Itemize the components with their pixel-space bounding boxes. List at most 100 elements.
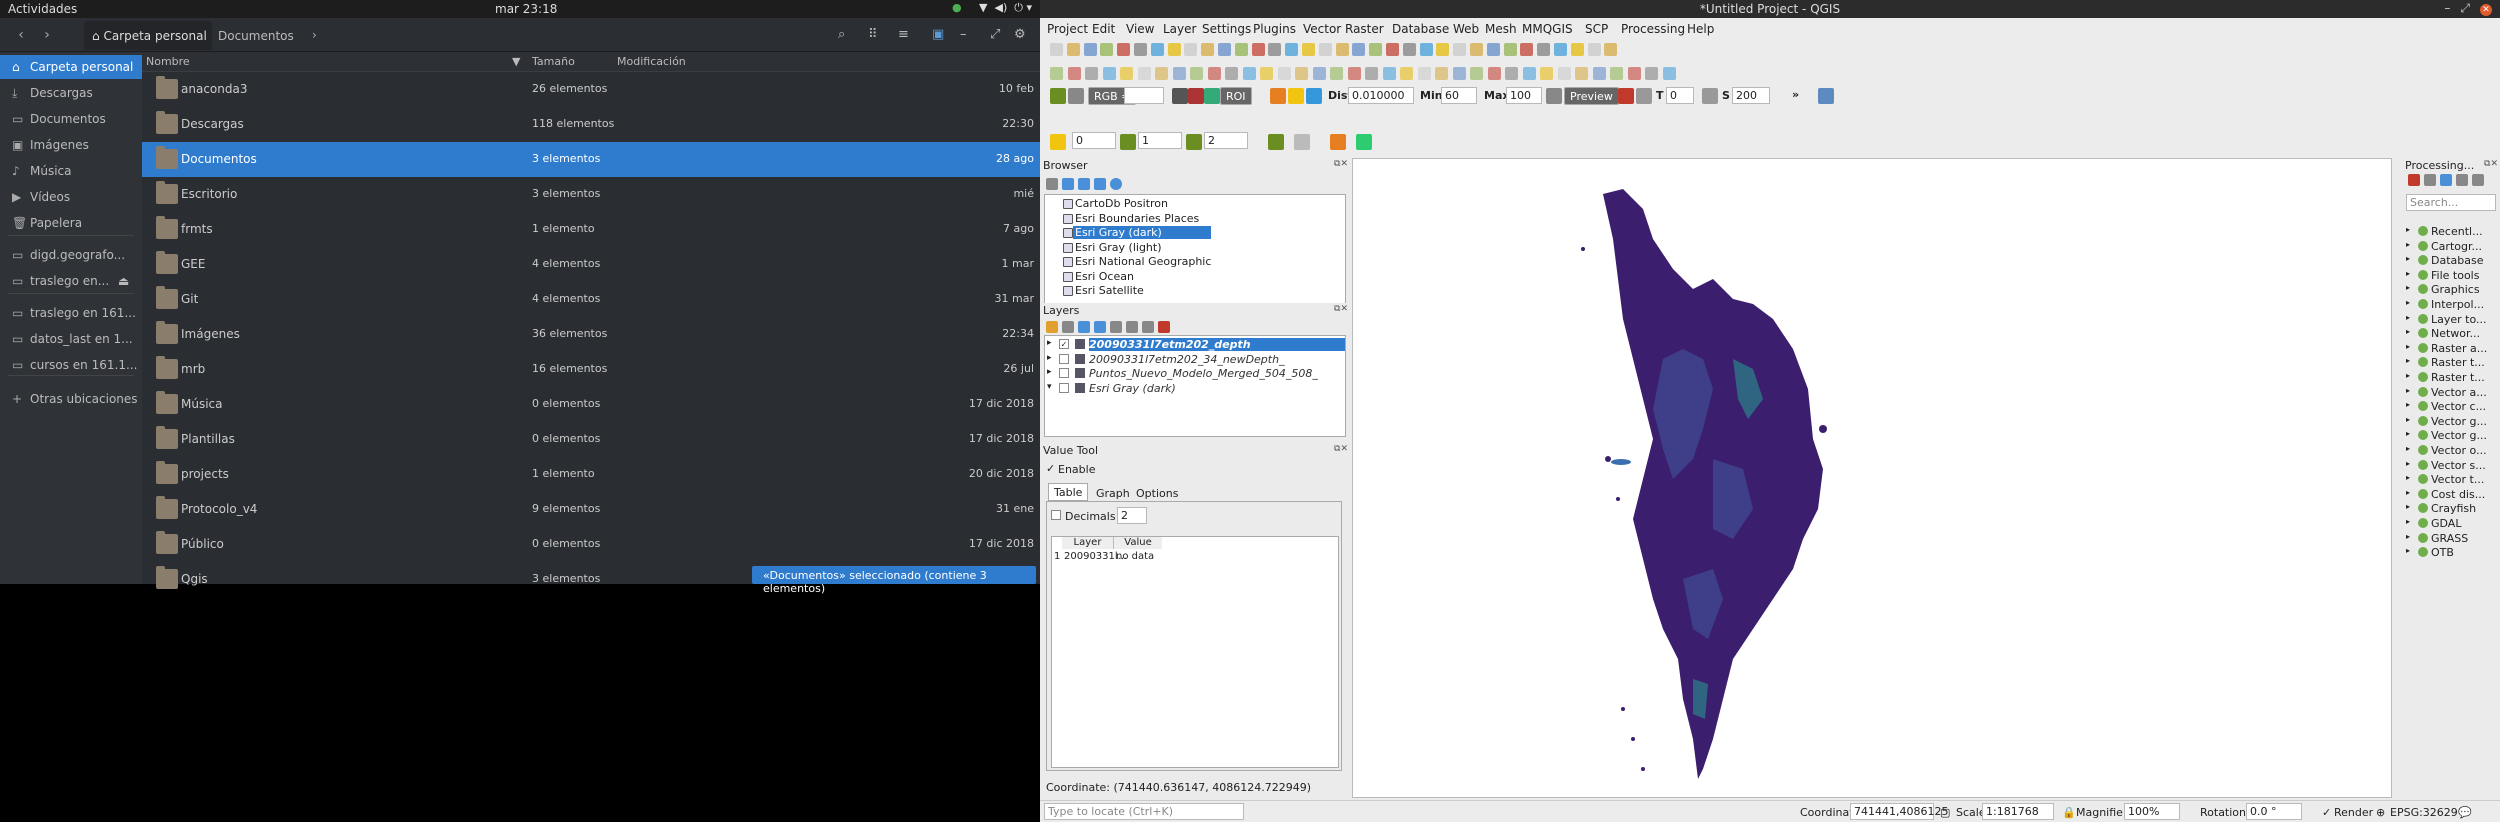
system-tray[interactable]: ● ▼ ◀) ⏻ ▾ — [952, 1, 1032, 15]
menu-vector[interactable]: Vector — [1303, 22, 1341, 36]
processing-item[interactable]: ▸ Vector t... — [2406, 473, 2484, 486]
processing-item[interactable]: ▸ Raster t... — [2406, 356, 2485, 369]
expand-icon[interactable]: ▸ — [2406, 386, 2410, 395]
raster-band-icon[interactable] — [1050, 134, 1066, 150]
menu-database[interactable]: Database — [1392, 22, 1449, 36]
path-home-button[interactable]: ⌂ Carpeta personal — [84, 21, 212, 50]
sidebar-item-0[interactable]: ⌂ Carpeta personal — [0, 55, 142, 79]
col-layer[interactable]: Layer — [1062, 537, 1114, 549]
band-green-icon[interactable] — [1120, 134, 1136, 150]
processing-item[interactable]: ▸ Crayfish — [2406, 502, 2476, 515]
column-size[interactable]: Tamaño — [532, 55, 575, 68]
roi-zoom-icon[interactable] — [1204, 88, 1220, 104]
eject-icon[interactable]: ⏏ — [118, 274, 129, 288]
layer-expand-icon[interactable] — [1126, 321, 1138, 333]
toolbar-tool-icon[interactable] — [1285, 43, 1299, 56]
sidebar-item-4[interactable]: ♪ Música — [0, 159, 142, 183]
processing-models-icon[interactable] — [2408, 174, 2420, 186]
processing-item[interactable]: ▸ Cartogr... — [2406, 240, 2482, 253]
activities-button[interactable]: Actividades — [8, 2, 77, 16]
file-row[interactable]: Descargas 118 elementos 22:30 — [142, 107, 1040, 142]
expand-icon[interactable]: ▾ — [1047, 382, 1052, 392]
toolbar-tool-icon[interactable] — [1486, 43, 1500, 56]
toolbar-tool-icon[interactable] — [1218, 43, 1231, 56]
processing-scripts-icon[interactable] — [2424, 174, 2436, 186]
roi-plus-icon[interactable] — [1288, 88, 1304, 104]
toolbar-tool-icon[interactable] — [1120, 67, 1133, 80]
processing-item[interactable]: ▸ Networ... — [2406, 327, 2480, 340]
layer-item[interactable]: Esri Gray (dark) — [1089, 382, 1176, 395]
processing-item[interactable]: ▸ Cost dis... — [2406, 488, 2485, 501]
processing-item[interactable]: ▸ File tools — [2406, 269, 2479, 282]
menu-raster[interactable]: Raster — [1345, 22, 1384, 36]
menu-mmqgis[interactable]: MMQGIS — [1522, 22, 1573, 36]
dist-input[interactable]: 0.010000 — [1348, 87, 1414, 104]
processing-item[interactable]: ▸ GDAL — [2406, 517, 2461, 530]
processing-close-icon[interactable]: ⧉✕ — [2484, 159, 2498, 169]
magnifier-input[interactable]: 100% — [2124, 803, 2180, 820]
processing-item[interactable]: ▸ Recentl... — [2406, 225, 2483, 238]
browser-close-icon[interactable]: ⧉✕ — [1334, 159, 1348, 169]
expand-icon[interactable]: ▸ — [1047, 338, 1052, 348]
layer-collapse-icon[interactable] — [1142, 321, 1154, 333]
sidebar-item-2[interactable]: ▭ Documentos — [0, 107, 142, 131]
expand-icon[interactable]: ▸ — [2406, 444, 2410, 453]
crs-icon[interactable]: ⊕ — [2376, 806, 2385, 819]
menu-scp[interactable]: SCP — [1585, 22, 1608, 36]
menu-settings[interactable]: Settings — [1202, 22, 1251, 36]
browser-add-icon[interactable] — [1046, 178, 1058, 190]
toolbar-tool-icon[interactable] — [1587, 43, 1601, 56]
processing-item[interactable]: ▸ Graphics — [2406, 283, 2480, 296]
roi-button[interactable]: ROI — [1220, 87, 1252, 105]
processing-item[interactable]: ▸ Raster t... — [2406, 371, 2485, 384]
toolbar-tool-icon[interactable] — [1066, 43, 1080, 56]
toolbar-tool-icon[interactable] — [1234, 43, 1248, 56]
toolbar-tool-icon[interactable] — [1557, 67, 1571, 80]
toolbar-tool-icon[interactable] — [1251, 43, 1265, 56]
processing-item[interactable]: ▸ Database — [2406, 254, 2484, 267]
toolbar-tool-icon[interactable] — [1662, 67, 1676, 80]
expand-icon[interactable]: ▸ — [2406, 313, 2410, 322]
toolbar-tool-icon[interactable] — [1537, 43, 1551, 56]
toolbar-tool-icon[interactable] — [1268, 43, 1282, 56]
toolbar-tool-icon[interactable] — [1150, 43, 1164, 56]
file-row[interactable]: Documentos 3 elementos 28 ago — [142, 142, 1040, 177]
toolbar-tool-icon[interactable] — [1050, 67, 1063, 80]
toolbar-tool-icon[interactable] — [1117, 43, 1131, 56]
toolbar-tool-icon[interactable] — [1137, 67, 1151, 80]
expand-icon[interactable]: ▸ — [2406, 240, 2410, 249]
menu-web[interactable]: Web — [1453, 22, 1479, 36]
browser-refresh-icon[interactable] — [1062, 178, 1074, 190]
file-row[interactable]: Música 0 elementos 17 dic 2018 — [142, 387, 1040, 422]
expand-icon[interactable]: ▸ — [2406, 356, 2410, 365]
band-apply-icon[interactable] — [1268, 134, 1284, 150]
processing-item[interactable]: ▸ Raster a... — [2406, 342, 2487, 355]
expand-icon[interactable]: ▸ — [2406, 283, 2410, 292]
toolbar-tool-icon[interactable] — [1167, 43, 1181, 56]
sidebar-item-11[interactable]: ▭ cursos en 161.1... — [0, 353, 142, 377]
spin-a[interactable]: 0 — [1072, 132, 1116, 149]
toolbar-tool-icon[interactable] — [1335, 43, 1349, 56]
processing-results-icon[interactable] — [2456, 174, 2468, 186]
grid-view-icon[interactable]: ⠿ — [868, 27, 878, 42]
toolbar-tool-icon[interactable] — [1487, 67, 1501, 80]
expand-icon[interactable]: ▸ — [2406, 532, 2410, 541]
toolbar-tool-icon[interactable] — [1190, 67, 1203, 80]
forward-icon[interactable]: › — [38, 26, 56, 44]
toolbar-tool-icon[interactable] — [1503, 43, 1517, 56]
toolbar-tool-icon[interactable] — [1067, 67, 1081, 80]
toolbar-tool-icon[interactable] — [1604, 43, 1618, 56]
toolbar-tool-icon[interactable] — [1520, 43, 1534, 56]
scp-dock-icon[interactable] — [1818, 88, 1834, 104]
preview-redo-icon[interactable] — [1636, 88, 1652, 104]
layer-filter-icon[interactable] — [1094, 321, 1106, 333]
menu-processing[interactable]: Processing — [1621, 22, 1685, 36]
search-icon[interactable]: ⌕ — [838, 27, 845, 42]
toolbar-tool-icon[interactable] — [1610, 67, 1623, 80]
crayfish-icon[interactable] — [1330, 134, 1346, 150]
toolbar-tool-icon[interactable] — [1645, 67, 1658, 80]
render-checkbox[interactable]: ✓ — [2322, 806, 2331, 819]
processing-item[interactable]: ▸ Vector c... — [2406, 400, 2486, 413]
decimals-spinbox[interactable]: 2 — [1117, 507, 1147, 524]
lock-icon[interactable]: 🔒 — [2062, 806, 2076, 819]
